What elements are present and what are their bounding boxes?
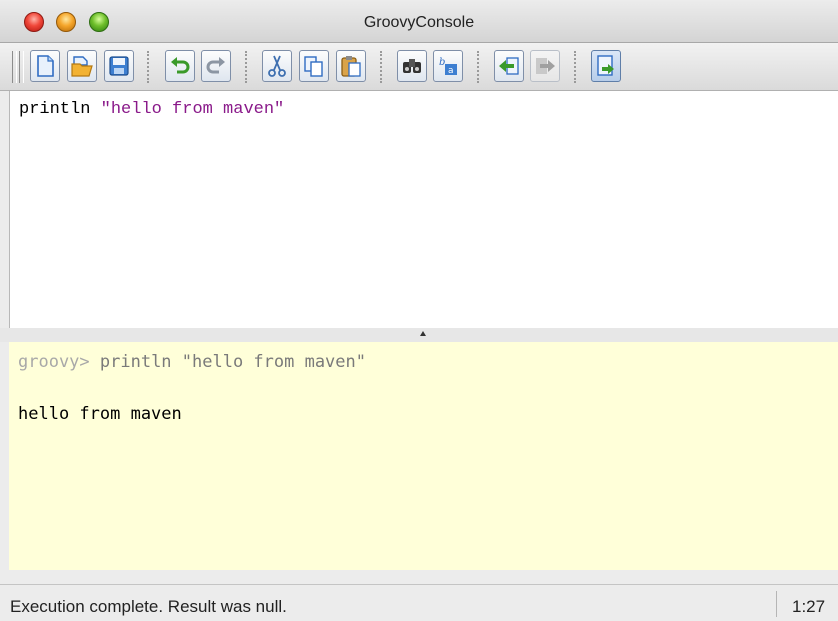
replace-icon: b a: [439, 57, 457, 76]
paste-button[interactable]: [336, 50, 366, 82]
new-document-icon: [37, 55, 54, 77]
paste-icon: [341, 56, 361, 77]
history-prev-button[interactable]: [494, 50, 524, 82]
groovy-prompt: groovy>: [18, 352, 90, 372]
svg-text:a: a: [448, 66, 454, 76]
window-title: GroovyConsole: [363, 14, 475, 31]
svg-text:b: b: [439, 57, 445, 68]
output-pane[interactable]: groovy> println "hello from maven" hello…: [9, 342, 838, 570]
redo-icon: [206, 57, 225, 74]
undo-icon: [171, 57, 190, 74]
editor-code-line[interactable]: println "hello from maven": [19, 100, 284, 119]
cursor-position: 1:27: [792, 597, 826, 616]
toolbar-separator: [245, 51, 247, 83]
run-script-button[interactable]: [591, 50, 621, 82]
save-button[interactable]: [104, 50, 134, 82]
open-file-button[interactable]: [67, 50, 97, 82]
copy-button[interactable]: [299, 50, 329, 82]
toolbar-separator: [574, 51, 576, 83]
history-next-button[interactable]: [530, 50, 560, 82]
groovy-console-window: GroovyConsole b a println "hello from ma…: [0, 0, 838, 621]
toolbar-separator: [477, 51, 479, 83]
run-script-icon: [597, 55, 614, 76]
toolbar-grip[interactable]: [19, 51, 24, 83]
toolbar-separator: [147, 51, 149, 83]
split-pane-divider[interactable]: [0, 328, 838, 342]
find-button[interactable]: [397, 50, 427, 82]
history-back-icon: [499, 57, 519, 75]
toolbar-grip[interactable]: [12, 51, 17, 83]
toolbar-separator: [380, 51, 382, 83]
copy-icon: [304, 56, 323, 77]
replace-button[interactable]: b a: [433, 50, 463, 82]
toolbar: b a: [0, 43, 838, 91]
echoed-command: println "hello from maven": [89, 352, 366, 372]
undo-button[interactable]: [165, 50, 195, 82]
output-echo-line: groovy> println "hello from maven": [18, 352, 366, 372]
history-forward-icon: [536, 58, 555, 74]
save-disk-icon: [109, 56, 129, 76]
output-result: hello from maven: [18, 404, 182, 424]
open-folder-icon: [71, 56, 93, 77]
cut-button[interactable]: [262, 50, 292, 82]
redo-button[interactable]: [201, 50, 231, 82]
code-keyword: println: [19, 100, 91, 119]
code-string-literal: "hello from maven": [100, 100, 285, 119]
collapse-arrow-icon[interactable]: [420, 331, 426, 336]
status-separator: [776, 591, 777, 617]
title-bar[interactable]: GroovyConsole: [0, 0, 838, 43]
binoculars-icon: [403, 59, 421, 73]
scissors-icon: [268, 55, 286, 77]
status-message: Execution complete. Result was null.: [10, 597, 287, 616]
status-bar: Execution complete. Result was null. 1:2…: [0, 584, 838, 621]
script-editor[interactable]: println "hello from maven": [9, 91, 838, 328]
new-file-button[interactable]: [30, 50, 60, 82]
